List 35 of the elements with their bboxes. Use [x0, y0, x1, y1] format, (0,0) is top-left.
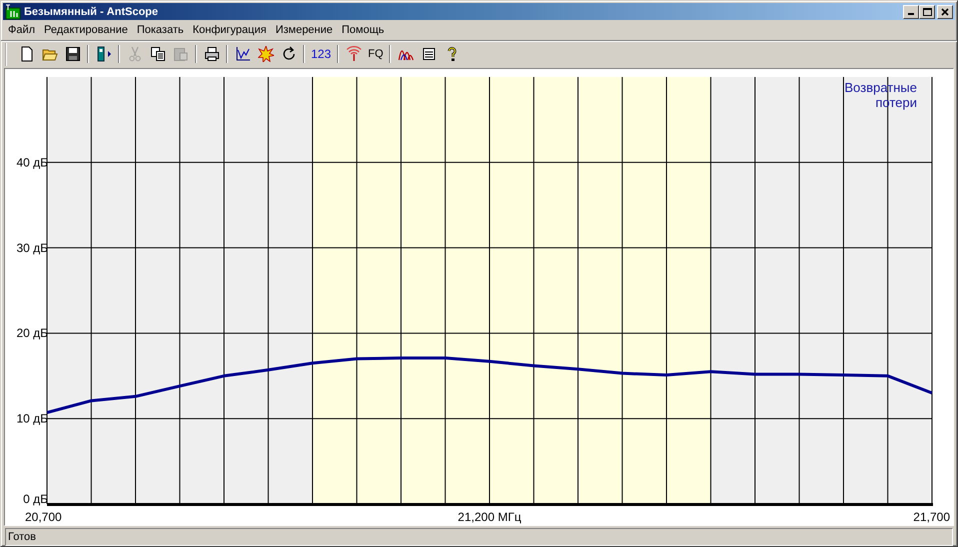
menu-item[interactable]: Помощь: [336, 24, 388, 36]
y-tick-label: 20 дБ: [16, 326, 48, 340]
y-tick-label: 10 дБ: [16, 411, 48, 426]
menu-item[interactable]: Файл: [3, 24, 40, 36]
device-arrow-icon: [96, 46, 112, 62]
x-tick-label: 21,200 МГц: [458, 510, 522, 524]
close-button[interactable]: [937, 4, 953, 19]
menu-item[interactable]: Измерение: [270, 24, 337, 36]
x-tick-label: 20,700: [25, 510, 62, 524]
maximize-icon: [922, 8, 932, 16]
x-tick-label: 21,700: [913, 510, 950, 524]
burst-icon: [258, 46, 274, 62]
app-icon: [5, 4, 21, 20]
minimize-button[interactable]: [903, 4, 919, 19]
y-tick-label: 30 дБ: [16, 240, 48, 254]
new-file-icon: [18, 46, 34, 62]
antenna-icon: [346, 46, 362, 62]
refresh-icon: [280, 46, 296, 62]
minimize-icon: [908, 13, 914, 16]
graph-icon: [234, 46, 250, 62]
list-icon: [420, 46, 437, 62]
scissors-icon: [126, 46, 142, 62]
menu-item[interactable]: Редактирование: [39, 24, 132, 36]
toolbar-button[interactable]: 123: [308, 43, 334, 66]
toolbar-button[interactable]: FQ: [365, 43, 386, 66]
window-title: Безымянный - AntScope: [23, 6, 159, 18]
printer-icon: [204, 46, 220, 62]
close-icon: [940, 8, 950, 16]
clipboard-icon: [172, 46, 188, 62]
y-tick-label: 0 дБ: [23, 492, 48, 506]
y-tick-label: 40 дБ: [16, 155, 48, 170]
menu-item[interactable]: Конфигурация: [188, 24, 270, 36]
copy-icon: [150, 46, 166, 62]
menu-item[interactable]: Показать: [132, 24, 188, 36]
status-text: Готов: [5, 528, 953, 546]
